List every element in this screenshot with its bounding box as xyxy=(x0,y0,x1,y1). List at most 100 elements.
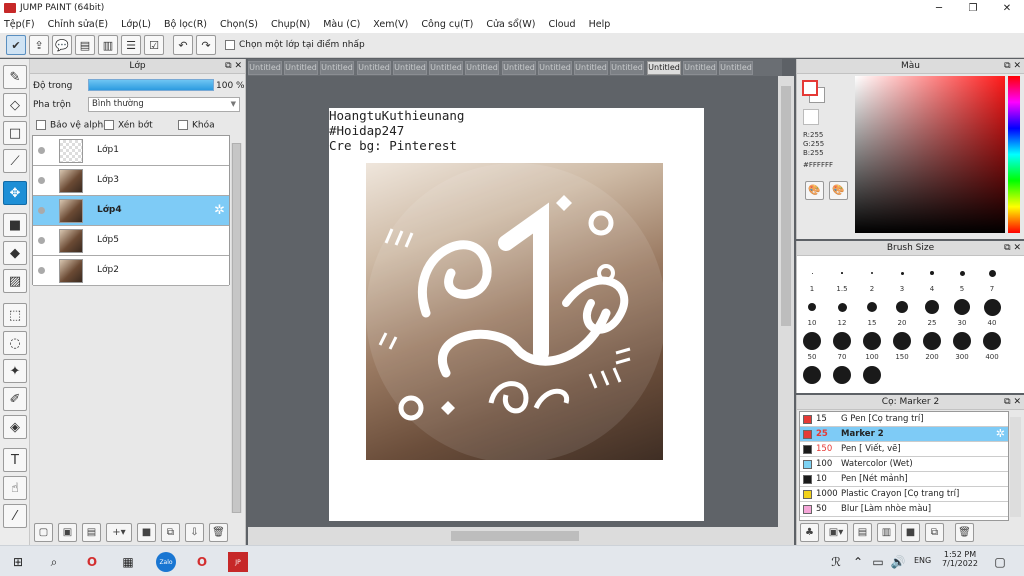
menu-view[interactable]: Xem(V) xyxy=(373,19,408,30)
visibility-icon[interactable] xyxy=(38,177,45,184)
brush-size-option[interactable]: 300 xyxy=(947,331,977,361)
tab-untitled[interactable]: Untitled xyxy=(574,61,608,75)
bucket-tool-icon[interactable]: ◆ xyxy=(3,241,27,265)
protect-alpha-option[interactable]: Bảo vệ alpha xyxy=(36,120,109,131)
tab-untitled[interactable]: Untitled xyxy=(248,61,282,75)
visibility-icon[interactable] xyxy=(38,207,45,214)
trash-icon[interactable]: 🗑 xyxy=(209,522,228,542)
eyedropper-tool-icon[interactable]: ⁄ xyxy=(3,504,27,528)
export-icon[interactable]: ⇪ xyxy=(29,35,49,55)
menu-cloud[interactable]: Cloud xyxy=(548,19,575,30)
fill-rect-icon[interactable]: ■ xyxy=(3,213,27,237)
tab-untitled[interactable]: Untitled xyxy=(465,61,499,75)
move-tool-icon[interactable]: ✥ xyxy=(3,181,27,205)
brush-size-option[interactable] xyxy=(857,365,887,387)
shape-tool-icon[interactable]: □ xyxy=(3,121,27,145)
canvas-vertical-scrollbar[interactable] xyxy=(778,76,794,527)
brush-size-option[interactable]: 30 xyxy=(947,297,977,327)
pen-tool-icon[interactable]: ✎ xyxy=(3,65,27,89)
line-tool-icon[interactable]: ⟋ xyxy=(3,149,27,173)
menu-color[interactable]: Màu (C) xyxy=(323,19,360,30)
new-8bit-layer-icon[interactable]: ▣ xyxy=(58,522,77,542)
pen-scrollbar[interactable] xyxy=(1010,417,1021,517)
panel-close-icon[interactable]: ⧉ ✕ xyxy=(1004,59,1021,74)
brush-size-option[interactable]: 20 xyxy=(887,297,917,327)
brush-size-option[interactable]: 12 xyxy=(827,297,857,327)
trash-icon[interactable]: 🗑 xyxy=(955,523,974,542)
clipping-option[interactable]: Xén bớt xyxy=(104,120,153,131)
new-layer-icon[interactable]: ▢ xyxy=(34,522,53,542)
layer-row-selected[interactable]: Lớp4 ✲ xyxy=(33,196,229,226)
layer-row[interactable]: Lớp5 xyxy=(33,226,229,256)
jump-paint-icon[interactable]: JP xyxy=(228,552,248,572)
opera-icon[interactable]: O xyxy=(82,552,102,572)
tab-untitled[interactable]: Untitled xyxy=(393,61,427,75)
tab-untitled[interactable]: Untitled xyxy=(610,61,644,75)
panel-close-icon[interactable]: ⧉ ✕ xyxy=(225,59,242,74)
pen-item[interactable]: 10 Pen [Nét mảnh] xyxy=(800,472,1008,487)
duplicate-icon[interactable]: ⧉ xyxy=(925,523,944,542)
list-icon[interactable]: ☰ xyxy=(121,35,141,55)
tab-untitled-active[interactable]: Untitled xyxy=(647,61,681,75)
clipping-checkbox[interactable] xyxy=(104,120,114,130)
foreground-color-swatch[interactable] xyxy=(802,80,818,96)
select-layer-checkbox[interactable] xyxy=(225,40,235,50)
visibility-icon[interactable] xyxy=(38,237,45,244)
new-1bit-layer-icon[interactable]: ▤ xyxy=(82,522,101,542)
chevron-up-icon[interactable]: ⌃ xyxy=(848,552,868,572)
pen-item[interactable]: 100 Watercolor (Wet) xyxy=(800,457,1008,472)
gradient-tool-icon[interactable]: ▨ xyxy=(3,269,27,293)
tab-untitled[interactable]: Untitled xyxy=(320,61,354,75)
pen-item[interactable]: 150 Pen [ Viết, vẽ] xyxy=(800,442,1008,457)
brush-size-option[interactable]: 150 xyxy=(887,331,917,361)
visibility-icon[interactable] xyxy=(38,267,45,274)
panel-close-icon[interactable]: ⧉ ✕ xyxy=(1004,395,1021,410)
brush-size-option[interactable]: 200 xyxy=(917,331,947,361)
select-eraser-icon[interactable]: ◈ xyxy=(3,415,27,439)
cloud-check-icon[interactable]: ✔ xyxy=(6,35,26,55)
minimize-button[interactable]: ─ xyxy=(922,0,956,16)
eraser-tool-icon[interactable]: ◇ xyxy=(3,93,27,117)
blend-mode-select[interactable]: Bình thường ▼ xyxy=(88,97,240,112)
menu-layer[interactable]: Lớp(L) xyxy=(121,19,151,30)
tab-untitled[interactable]: Untitled xyxy=(284,61,318,75)
brush-list-icon[interactable]: ▥ xyxy=(877,523,896,542)
brush-size-option[interactable]: 25 xyxy=(917,297,947,327)
rect-select-icon[interactable]: ⬚ xyxy=(3,303,27,327)
page-icon[interactable]: ▥ xyxy=(98,35,118,55)
menu-file[interactable]: Tệp(F) xyxy=(4,19,35,30)
brush-size-option[interactable]: 7 xyxy=(977,263,1007,293)
zalo-icon[interactable]: Zalo xyxy=(156,552,176,572)
pen-item[interactable]: 1000 Plastic Crayon [Cọ trang trí] xyxy=(800,487,1008,502)
layer-row[interactable]: Lớp1 xyxy=(33,136,229,166)
tab-untitled[interactable]: Untitled xyxy=(357,61,391,75)
tab-untitled[interactable]: Untitled xyxy=(538,61,572,75)
lasso-select-icon[interactable]: ◌ xyxy=(3,331,27,355)
checklist-icon[interactable]: ☑ xyxy=(144,35,164,55)
select-pen-icon[interactable]: ✐ xyxy=(3,387,27,411)
lock-option[interactable]: Khóa xyxy=(178,120,215,131)
duplicate-icon[interactable]: ⧉ xyxy=(161,522,180,542)
visibility-icon[interactable] xyxy=(38,147,45,154)
color-spectrum[interactable] xyxy=(855,76,1005,233)
menu-tools[interactable]: Công cụ(T) xyxy=(421,19,473,30)
brush-size-option[interactable]: 2 xyxy=(857,263,887,293)
folder-icon[interactable]: ■ xyxy=(901,523,920,542)
brush-size-option[interactable]: 3 xyxy=(887,263,917,293)
menu-filter[interactable]: Bộ lọc(R) xyxy=(164,19,207,30)
volume-icon[interactable]: 🔊 xyxy=(888,552,908,572)
brush-add-icon[interactable]: ♣ xyxy=(800,523,819,542)
tab-untitled[interactable]: Untitled xyxy=(683,61,717,75)
transparent-swatch[interactable] xyxy=(803,109,819,125)
add-layer-dropdown-icon[interactable]: +▾ xyxy=(106,522,132,542)
brush-size-option[interactable]: 50 xyxy=(797,331,827,361)
opacity-slider[interactable] xyxy=(88,79,214,91)
brush-size-option[interactable]: 400 xyxy=(977,331,1007,361)
hue-slider[interactable] xyxy=(1008,76,1020,233)
language-indicator[interactable]: ENG xyxy=(914,556,931,565)
layer-row[interactable]: Lớp3 xyxy=(33,166,229,196)
task-manager-icon[interactable]: ▦ xyxy=(118,552,138,572)
redo-icon[interactable]: ↷ xyxy=(196,35,216,55)
clock[interactable]: 1:52 PM 7/1/2022 xyxy=(936,550,984,568)
brush-size-option[interactable]: 5 xyxy=(947,263,977,293)
